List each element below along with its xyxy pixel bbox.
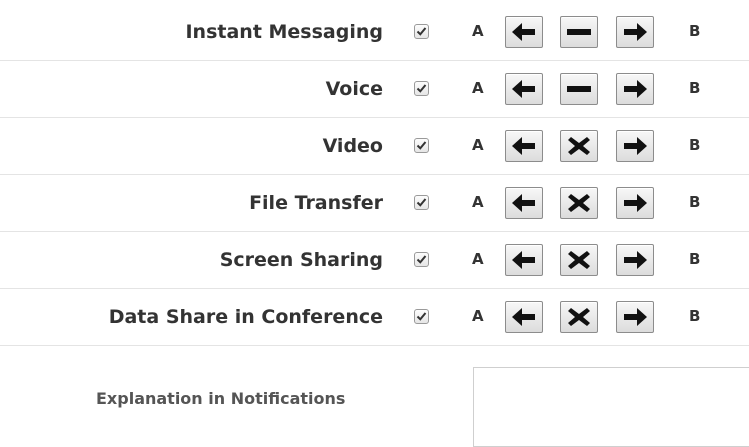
permission-label: Instant Messaging [185, 21, 383, 43]
direction-right-button[interactable] [616, 187, 654, 219]
side-a-label: A [472, 193, 484, 211]
notifications-row: Explanation in Notifications [0, 361, 749, 447]
side-b-label: B [689, 136, 701, 154]
permission-checkbox[interactable] [414, 24, 429, 39]
permission-label: Video [322, 135, 383, 157]
direction-right-button[interactable] [616, 16, 654, 48]
direction-block-button[interactable] [560, 130, 598, 162]
direction-block-button[interactable] [560, 187, 598, 219]
notifications-explanation-input[interactable] [473, 367, 749, 447]
side-b-label: B [689, 22, 701, 40]
direction-right-button[interactable] [616, 130, 654, 162]
side-a-label: A [472, 136, 484, 154]
direction-left-button[interactable] [505, 187, 543, 219]
side-a-label: A [472, 307, 484, 325]
direction-left-button[interactable] [505, 244, 543, 276]
permission-row-file-transfer: File Transfer A B [0, 175, 749, 232]
direction-block-button[interactable] [560, 301, 598, 333]
permission-checkbox[interactable] [414, 195, 429, 210]
side-b-label: B [689, 250, 701, 268]
permission-checkbox[interactable] [414, 138, 429, 153]
direction-block-button[interactable] [560, 244, 598, 276]
permission-checkbox[interactable] [414, 81, 429, 96]
direction-both-button[interactable] [560, 73, 598, 105]
direction-right-button[interactable] [616, 73, 654, 105]
side-b-label: B [689, 307, 701, 325]
permission-label: Data Share in Conference [108, 306, 383, 328]
permission-label: Screen Sharing [219, 249, 383, 271]
direction-left-button[interactable] [505, 16, 543, 48]
direction-left-button[interactable] [505, 301, 543, 333]
permission-checkbox[interactable] [414, 309, 429, 324]
direction-left-button[interactable] [505, 73, 543, 105]
direction-left-button[interactable] [505, 130, 543, 162]
permission-label: Voice [325, 78, 383, 100]
permission-row-video: Video A B [0, 118, 749, 175]
side-b-label: B [689, 193, 701, 211]
permission-row-data-share-in-conference: Data Share in Conference A B [0, 289, 749, 346]
notifications-label: Explanation in Notifications [96, 389, 346, 408]
side-a-label: A [472, 250, 484, 268]
permission-row-voice: Voice A B [0, 61, 749, 118]
side-a-label: A [472, 22, 484, 40]
permission-label: File Transfer [249, 192, 383, 214]
permission-row-instant-messaging: Instant Messaging A B [0, 4, 749, 61]
side-a-label: A [472, 79, 484, 97]
permission-checkbox[interactable] [414, 252, 429, 267]
direction-right-button[interactable] [616, 244, 654, 276]
direction-right-button[interactable] [616, 301, 654, 333]
permission-row-screen-sharing: Screen Sharing A B [0, 232, 749, 289]
direction-both-button[interactable] [560, 16, 598, 48]
side-b-label: B [689, 79, 701, 97]
